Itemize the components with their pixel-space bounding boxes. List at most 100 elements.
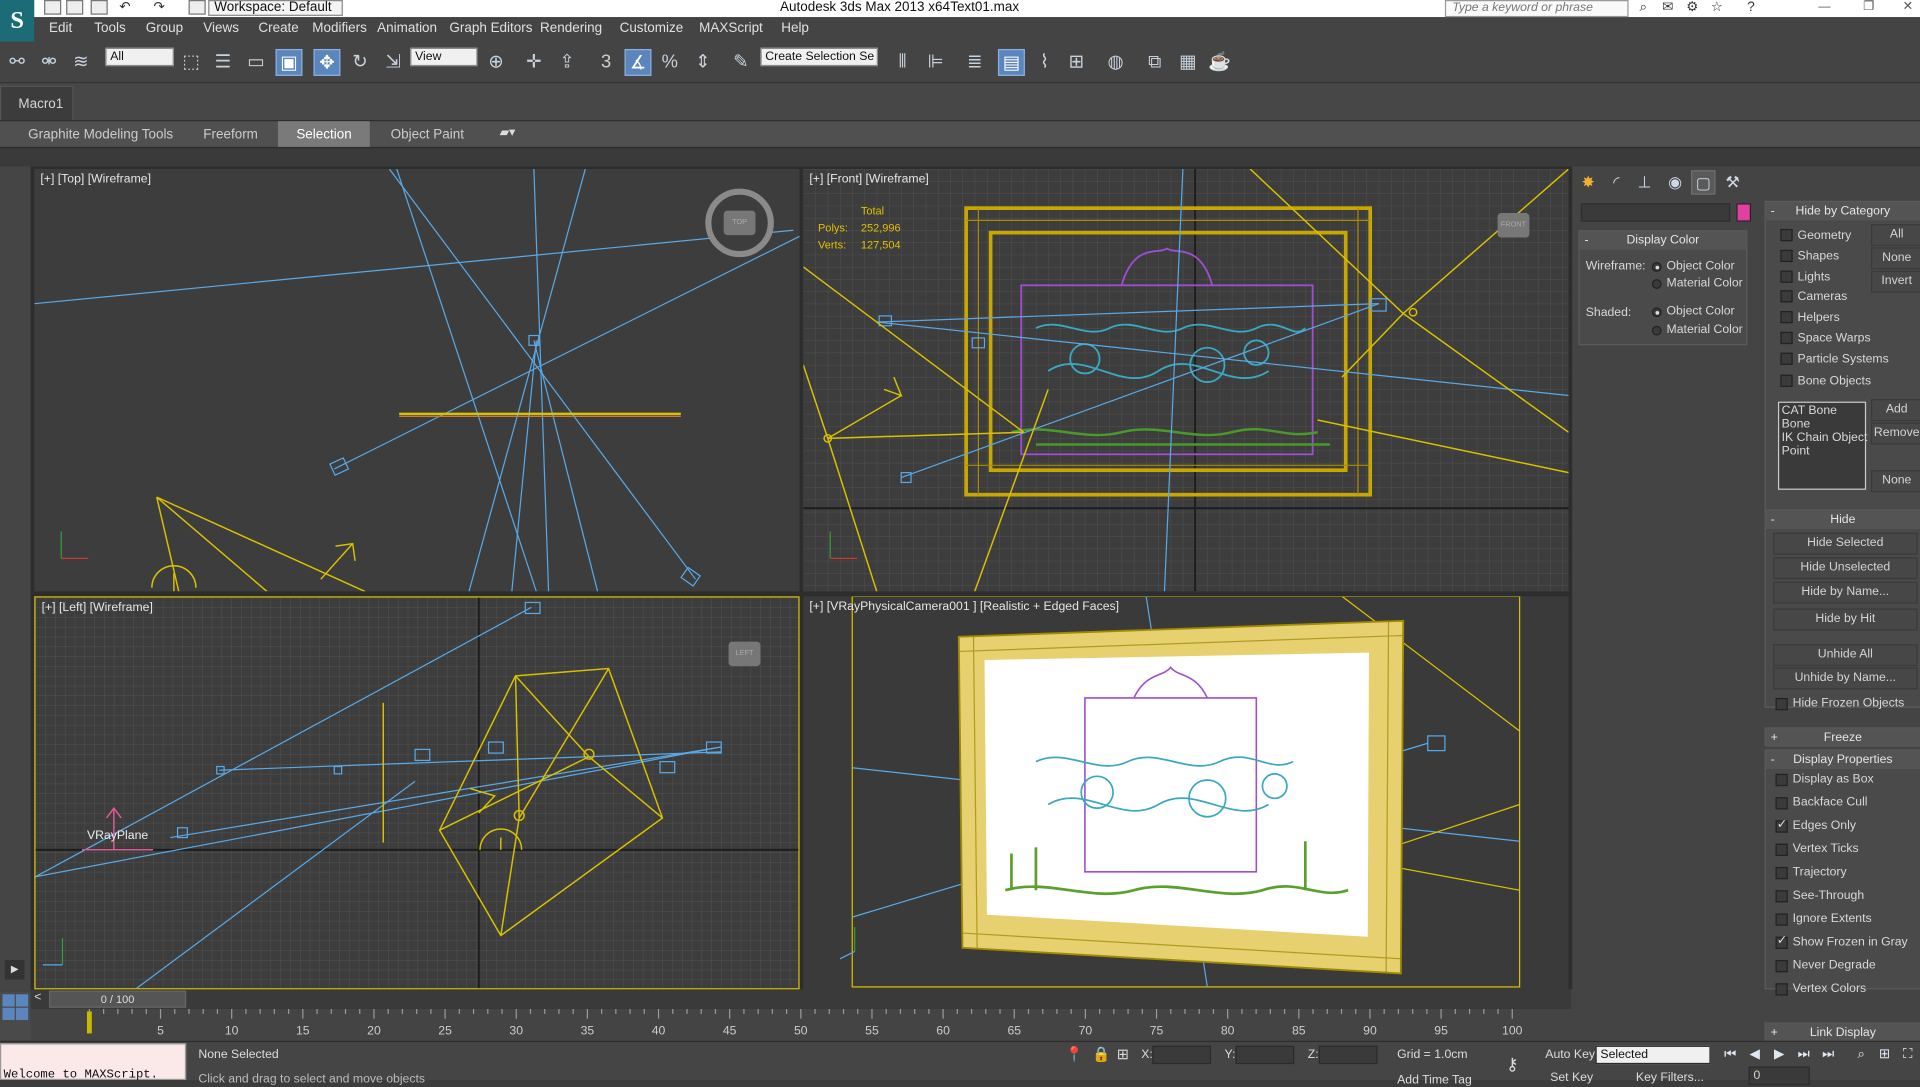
motion-tab-icon[interactable]: ◉ — [1663, 170, 1687, 194]
hide-by-name-button[interactable]: Hide by Name... — [1773, 581, 1918, 604]
menu-modifiers[interactable]: Modifiers — [312, 21, 367, 36]
menu-graph-editors[interactable]: Graph Editors — [449, 21, 532, 36]
list-item[interactable]: Point — [1782, 444, 1810, 457]
display-property-checkbox[interactable] — [1775, 843, 1788, 856]
new-file-icon[interactable] — [44, 0, 62, 15]
select-by-name-icon[interactable]: ☰ — [209, 49, 236, 76]
time-slider[interactable]: < > — [30, 989, 1572, 1009]
maxscript-listener[interactable]: Welcome to MAXScript. — [0, 1043, 187, 1082]
unlink-icon[interactable]: ⚮ — [36, 49, 63, 76]
create-tab-icon[interactable]: ✸ — [1576, 170, 1600, 194]
expand-play-icon[interactable]: ▶ — [4, 960, 25, 980]
percent-snap-icon[interactable]: % — [656, 49, 683, 76]
wireframe-material-color-radio[interactable] — [1651, 279, 1662, 289]
selection-filter-dropdown[interactable]: All — [105, 47, 174, 67]
hide-space-warps-checkbox[interactable] — [1780, 331, 1793, 345]
viewport-layout-icon[interactable] — [2, 994, 15, 1007]
go-to-end-icon[interactable]: ⏭ — [1818, 1046, 1838, 1063]
hide-bone-objects-checkbox[interactable] — [1780, 374, 1793, 387]
tab-selection[interactable]: Selection — [277, 121, 371, 149]
tab-macro1[interactable]: Macro1 — [0, 85, 74, 121]
absolute-mode-icon[interactable]: ⊞ — [1117, 1046, 1129, 1063]
help-icon[interactable]: ? — [1744, 0, 1759, 15]
mini-curve-editor-toggle[interactable] — [0, 991, 31, 1041]
select-object-icon[interactable]: ⬚ — [178, 49, 205, 76]
tab-graphite-modeling-tools[interactable]: Graphite Modeling Tools — [10, 121, 192, 148]
favorites-star-icon[interactable]: ☆ — [1709, 0, 1724, 15]
key-mode-dropdown[interactable]: Selected — [1595, 1045, 1711, 1065]
shaded-material-color-radio[interactable] — [1651, 325, 1662, 336]
category-list[interactable]: CAT Bone Bone IK Chain Object Point — [1777, 401, 1867, 490]
hide-geometry-checkbox[interactable] — [1780, 228, 1793, 242]
edit-named-selections-icon[interactable]: ✎ — [727, 49, 754, 76]
display-property-checkbox[interactable] — [1775, 934, 1788, 949]
hide-selected-button[interactable]: Hide Selected — [1773, 532, 1918, 555]
category-invert-button[interactable]: Invert — [1871, 270, 1920, 293]
display-color-header[interactable]: - Display Color — [1579, 231, 1747, 250]
display-tab-icon[interactable]: ▢ — [1691, 170, 1716, 195]
hide-lights-checkbox[interactable] — [1780, 270, 1793, 283]
save-file-icon[interactable] — [90, 0, 108, 15]
viewport-layout-icon[interactable] — [15, 994, 29, 1007]
menu-customize[interactable]: Customize — [620, 21, 684, 36]
shaded-object-color-radio[interactable] — [1651, 307, 1662, 318]
z-coordinate-field[interactable] — [1318, 1045, 1378, 1065]
link-display-header[interactable]: + Link Display — [1765, 1023, 1920, 1043]
current-frame-marker[interactable] — [86, 1011, 92, 1034]
snaps-toggle-icon[interactable]: 3 — [593, 49, 620, 76]
open-file-icon[interactable] — [66, 0, 84, 15]
binoculars-icon[interactable]: ⌕ — [1636, 0, 1651, 15]
schematic-view-icon[interactable]: ⊞ — [1063, 49, 1090, 76]
y-coordinate-field[interactable] — [1235, 1045, 1295, 1065]
display-property-checkbox[interactable] — [1775, 866, 1788, 880]
viewport-top[interactable]: [+] [Top] [Wireframe] TOP — [34, 168, 800, 592]
menu-tools[interactable]: Tools — [94, 21, 125, 36]
select-and-scale-icon[interactable]: ⇲ — [380, 49, 407, 76]
exchange-icon[interactable]: ⚙ — [1685, 0, 1700, 15]
hierarchy-tab-icon[interactable]: ⊥ — [1632, 170, 1656, 194]
select-and-rotate-icon[interactable]: ↻ — [347, 49, 374, 76]
selection-lock-icon[interactable]: 🔒 — [1092, 1046, 1110, 1063]
viewport-front[interactable]: [+] [Front] [Wireframe] Total Polys: 252… — [803, 168, 1569, 592]
select-and-move-icon[interactable]: ✥ — [313, 48, 341, 76]
viewcube[interactable]: FRONT — [1497, 213, 1530, 238]
maximize-icon[interactable]: ❐ — [1856, 0, 1880, 15]
wireframe-object-color-radio[interactable] — [1651, 262, 1662, 272]
zoom-extents-icon[interactable]: ⛶ — [1898, 1046, 1918, 1063]
key-filters-button[interactable]: Key Filters... — [1636, 1071, 1704, 1084]
spinner-snap-icon[interactable]: ⇕ — [689, 49, 716, 76]
menu-views[interactable]: Views — [203, 21, 239, 36]
tab-object-paint[interactable]: Object Paint — [372, 121, 482, 148]
viewport-front-label[interactable]: [+] [Front] [Wireframe] — [809, 173, 928, 186]
display-properties-header[interactable]: - Display Properties — [1765, 750, 1920, 769]
freeze-header[interactable]: + Freeze — [1765, 728, 1920, 747]
list-remove-button[interactable]: Remove — [1871, 422, 1920, 445]
trackbar[interactable]: 5 10 15 20 25 30 35 40 45 50 55 60 65 70 75 80 85 90 95 100 — [30, 1008, 1572, 1041]
layer-manager-icon[interactable]: ≣ — [961, 49, 988, 76]
unhide-all-button[interactable]: Unhide All — [1773, 644, 1918, 667]
modify-tab-icon[interactable]: ◜ — [1604, 170, 1628, 194]
display-property-checkbox[interactable] — [1775, 773, 1788, 787]
menu-group[interactable]: Group — [146, 21, 183, 36]
render-setup-icon[interactable]: ⧉ — [1141, 49, 1168, 76]
rendered-frame-window-icon[interactable]: ▦ — [1174, 49, 1201, 76]
object-color-swatch[interactable] — [1736, 203, 1752, 222]
menu-create[interactable]: Create — [258, 21, 298, 36]
category-all-button[interactable]: All — [1871, 224, 1920, 247]
auto-key-button[interactable]: Auto Key — [1545, 1048, 1595, 1061]
display-property-checkbox[interactable] — [1775, 890, 1788, 903]
list-item[interactable]: CAT Bone — [1782, 404, 1837, 417]
display-property-checkbox[interactable] — [1775, 797, 1788, 810]
menu-help[interactable]: Help — [781, 21, 809, 36]
x-coordinate-field[interactable] — [1152, 1045, 1212, 1065]
material-editor-icon[interactable]: ◍ — [1102, 49, 1129, 76]
hide-by-hit-button[interactable]: Hide by Hit — [1773, 608, 1918, 631]
category-none-button[interactable]: None — [1871, 247, 1920, 270]
viewcube[interactable]: TOP — [723, 210, 756, 236]
communication-center-icon[interactable]: ✉ — [1660, 0, 1675, 15]
viewport-layout-icon[interactable] — [15, 1007, 29, 1021]
hide-helpers-checkbox[interactable] — [1780, 311, 1793, 324]
hide-cameras-checkbox[interactable] — [1780, 290, 1793, 303]
hide-unselected-button[interactable]: Hide Unselected — [1773, 557, 1918, 580]
hide-by-category-header[interactable]: - Hide by Category — [1765, 202, 1920, 221]
